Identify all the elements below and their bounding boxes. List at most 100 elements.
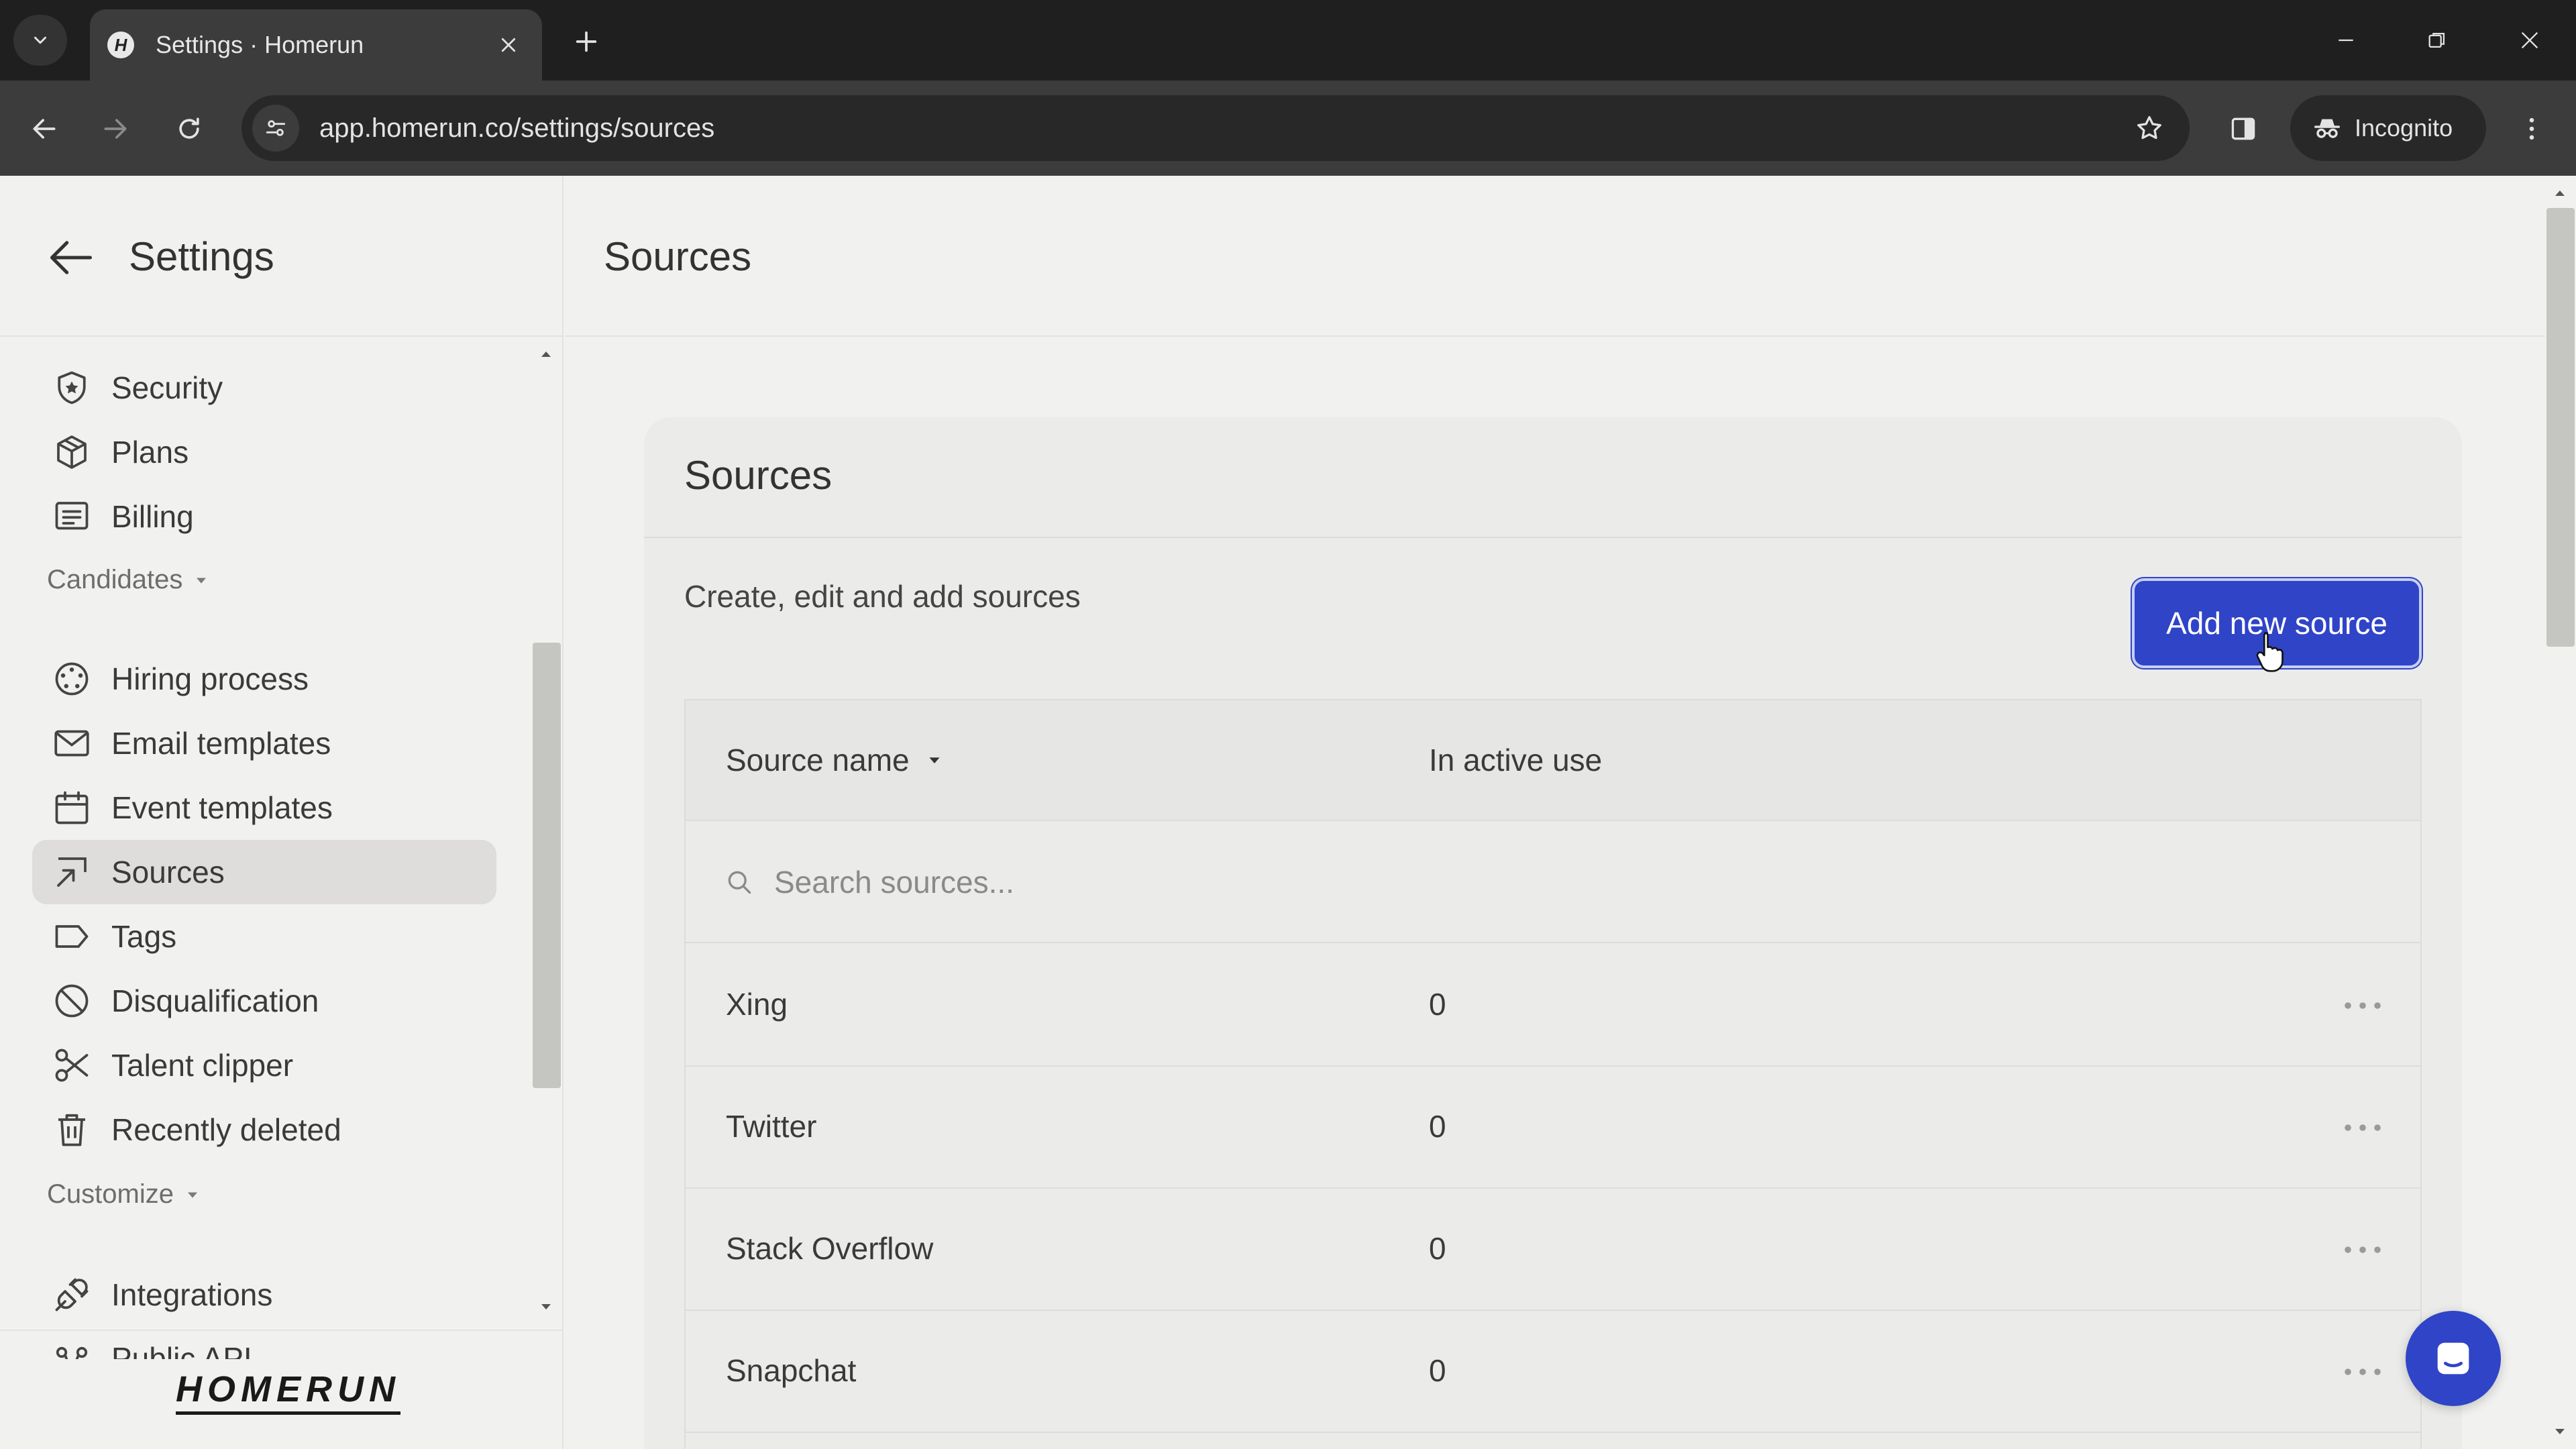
section-candidates-toggle[interactable]: Candidates bbox=[47, 565, 211, 595]
restore-icon bbox=[2428, 32, 2445, 48]
sidebar-item-label: Tags bbox=[111, 919, 177, 954]
more-horizontal-icon bbox=[2345, 1002, 2381, 1009]
close-icon bbox=[2521, 32, 2538, 49]
table-header: Source name In active use bbox=[686, 700, 2420, 821]
sidebar-item-sources[interactable]: Sources bbox=[32, 840, 496, 904]
tab-search-button[interactable] bbox=[13, 15, 67, 66]
homerun-favicon-icon: H bbox=[107, 32, 134, 58]
row-actions-button[interactable] bbox=[2336, 1110, 2390, 1146]
card-title: Sources bbox=[684, 453, 833, 498]
sidebar-item-hiring-process[interactable]: Hiring process bbox=[32, 647, 496, 711]
plus-icon bbox=[576, 31, 597, 52]
sidebar-item-integrations[interactable]: Integrations bbox=[32, 1263, 496, 1327]
sources-table: Source name In active use Xing 0 Twitter… bbox=[684, 699, 2422, 1449]
section-customize-toggle[interactable]: Customize bbox=[47, 1179, 202, 1210]
scissors-icon bbox=[55, 1049, 89, 1082]
sidebar-item-email-templates[interactable]: Email templates bbox=[32, 711, 496, 775]
mouse-pointer-icon bbox=[2256, 632, 2284, 672]
sidebar-item-label: Billing bbox=[111, 499, 194, 534]
table-row: Xing 0 bbox=[686, 945, 2420, 1067]
sidebar-scrollbar-thumb[interactable] bbox=[533, 643, 561, 1088]
sidebar-title: Settings bbox=[129, 234, 274, 279]
site-info-button[interactable] bbox=[252, 105, 299, 152]
browser-tab-bar: H Settings · Homerun bbox=[0, 0, 2576, 80]
process-icon bbox=[55, 662, 89, 696]
source-name: Snapchat bbox=[726, 1353, 857, 1388]
card-description: Create, edit and add sources bbox=[684, 579, 1081, 614]
shield-icon bbox=[58, 371, 86, 405]
arrow-left-icon bbox=[33, 119, 56, 139]
page-scrollbar-thumb[interactable] bbox=[2546, 208, 2575, 647]
caret-down-icon bbox=[541, 1304, 551, 1309]
page-scroll-down[interactable] bbox=[2548, 1419, 2572, 1444]
column-header-source-name: Source name bbox=[726, 743, 910, 777]
row-actions-button[interactable] bbox=[2336, 987, 2390, 1024]
calendar-icon bbox=[55, 791, 89, 824]
search-icon bbox=[728, 871, 751, 894]
sources-icon bbox=[57, 857, 87, 887]
address-bar[interactable]: app.homerun.co/settings/sources bbox=[241, 95, 2190, 161]
table-row: Snapchat 0 bbox=[686, 1311, 2420, 1433]
sidebar-item-disqualification[interactable]: Disqualification bbox=[32, 969, 496, 1033]
sidebar-item-talent-clipper[interactable]: Talent clipper bbox=[32, 1033, 496, 1097]
sidebar-item-label: Recently deleted bbox=[111, 1112, 341, 1147]
sidebar-item-billing[interactable]: Billing bbox=[32, 484, 496, 549]
chevron-down-icon bbox=[34, 36, 46, 44]
new-tab-button[interactable] bbox=[568, 23, 605, 60]
box-icon bbox=[57, 435, 87, 469]
back-button[interactable] bbox=[19, 103, 70, 154]
settings-sidebar: Settings Security Plans Billing Candidat… bbox=[0, 176, 564, 1449]
page-scroll-up[interactable] bbox=[2548, 181, 2572, 205]
sidebar-header: Settings bbox=[0, 176, 562, 337]
incognito-icon bbox=[2314, 119, 2340, 138]
sources-card: Sources Create, edit and add sources Add… bbox=[644, 417, 2462, 1449]
table-row: Stack Overflow 0 bbox=[686, 1189, 2420, 1311]
settings-back-button[interactable] bbox=[44, 231, 98, 284]
star-icon bbox=[2137, 116, 2161, 140]
tab-close-button[interactable] bbox=[492, 29, 525, 61]
incognito-label: Incognito bbox=[2355, 114, 2453, 142]
homerun-logo: HOMERUN bbox=[176, 1368, 400, 1415]
browser-toolbar: app.homerun.co/settings/sources Incognit… bbox=[0, 80, 2576, 176]
browser-tab-active[interactable]: H Settings · Homerun bbox=[90, 9, 542, 80]
window-minimize-button[interactable] bbox=[2309, 13, 2383, 67]
tune-icon bbox=[266, 120, 286, 136]
plug-icon bbox=[55, 1278, 89, 1311]
forward-button[interactable] bbox=[90, 103, 141, 154]
section-header-label: Candidates bbox=[47, 565, 183, 594]
more-horizontal-icon bbox=[2345, 1368, 2381, 1375]
sort-source-name-button[interactable]: Source name bbox=[726, 742, 945, 778]
sidebar-item-event-templates[interactable]: Event templates bbox=[32, 775, 496, 840]
mail-icon bbox=[54, 730, 89, 757]
url-text[interactable]: app.homerun.co/settings/sources bbox=[319, 113, 2123, 144]
source-name: Twitter bbox=[726, 1109, 817, 1144]
minimize-icon bbox=[2339, 39, 2353, 42]
search-sources-input[interactable] bbox=[774, 864, 1713, 900]
caret-down-icon bbox=[2555, 1429, 2565, 1434]
section-header-label: Customize bbox=[47, 1179, 174, 1209]
main-header: Sources bbox=[565, 176, 2545, 337]
sidebar-item-security[interactable]: Security bbox=[32, 356, 496, 420]
row-actions-button[interactable] bbox=[2336, 1232, 2390, 1268]
sidebar-item-recently-deleted[interactable]: Recently deleted bbox=[32, 1097, 496, 1162]
side-panel-button[interactable] bbox=[2218, 103, 2269, 154]
source-count: 0 bbox=[1429, 1353, 1446, 1388]
caret-down-icon bbox=[197, 578, 207, 584]
window-restore-button[interactable] bbox=[2400, 13, 2474, 67]
sidebar-item-plans[interactable]: Plans bbox=[32, 420, 496, 484]
row-actions-button[interactable] bbox=[2336, 1354, 2390, 1390]
reload-icon bbox=[179, 117, 199, 139]
sidebar-footer: HOMERUN bbox=[0, 1330, 562, 1449]
search-row bbox=[686, 822, 2420, 943]
chat-launcher-button[interactable] bbox=[2406, 1311, 2501, 1406]
more-horizontal-icon bbox=[2345, 1246, 2381, 1253]
sidebar-scroll-down[interactable] bbox=[534, 1295, 558, 1319]
browser-menu-button[interactable] bbox=[2506, 103, 2557, 154]
window-close-button[interactable] bbox=[2493, 13, 2567, 67]
reload-button[interactable] bbox=[164, 103, 215, 154]
sidebar-item-tags[interactable]: Tags bbox=[32, 904, 496, 969]
incognito-indicator[interactable]: Incognito bbox=[2290, 95, 2486, 161]
source-name: Stack Overflow bbox=[726, 1231, 934, 1266]
sidebar-scroll-up[interactable] bbox=[534, 342, 558, 366]
bookmark-button[interactable] bbox=[2123, 101, 2176, 155]
